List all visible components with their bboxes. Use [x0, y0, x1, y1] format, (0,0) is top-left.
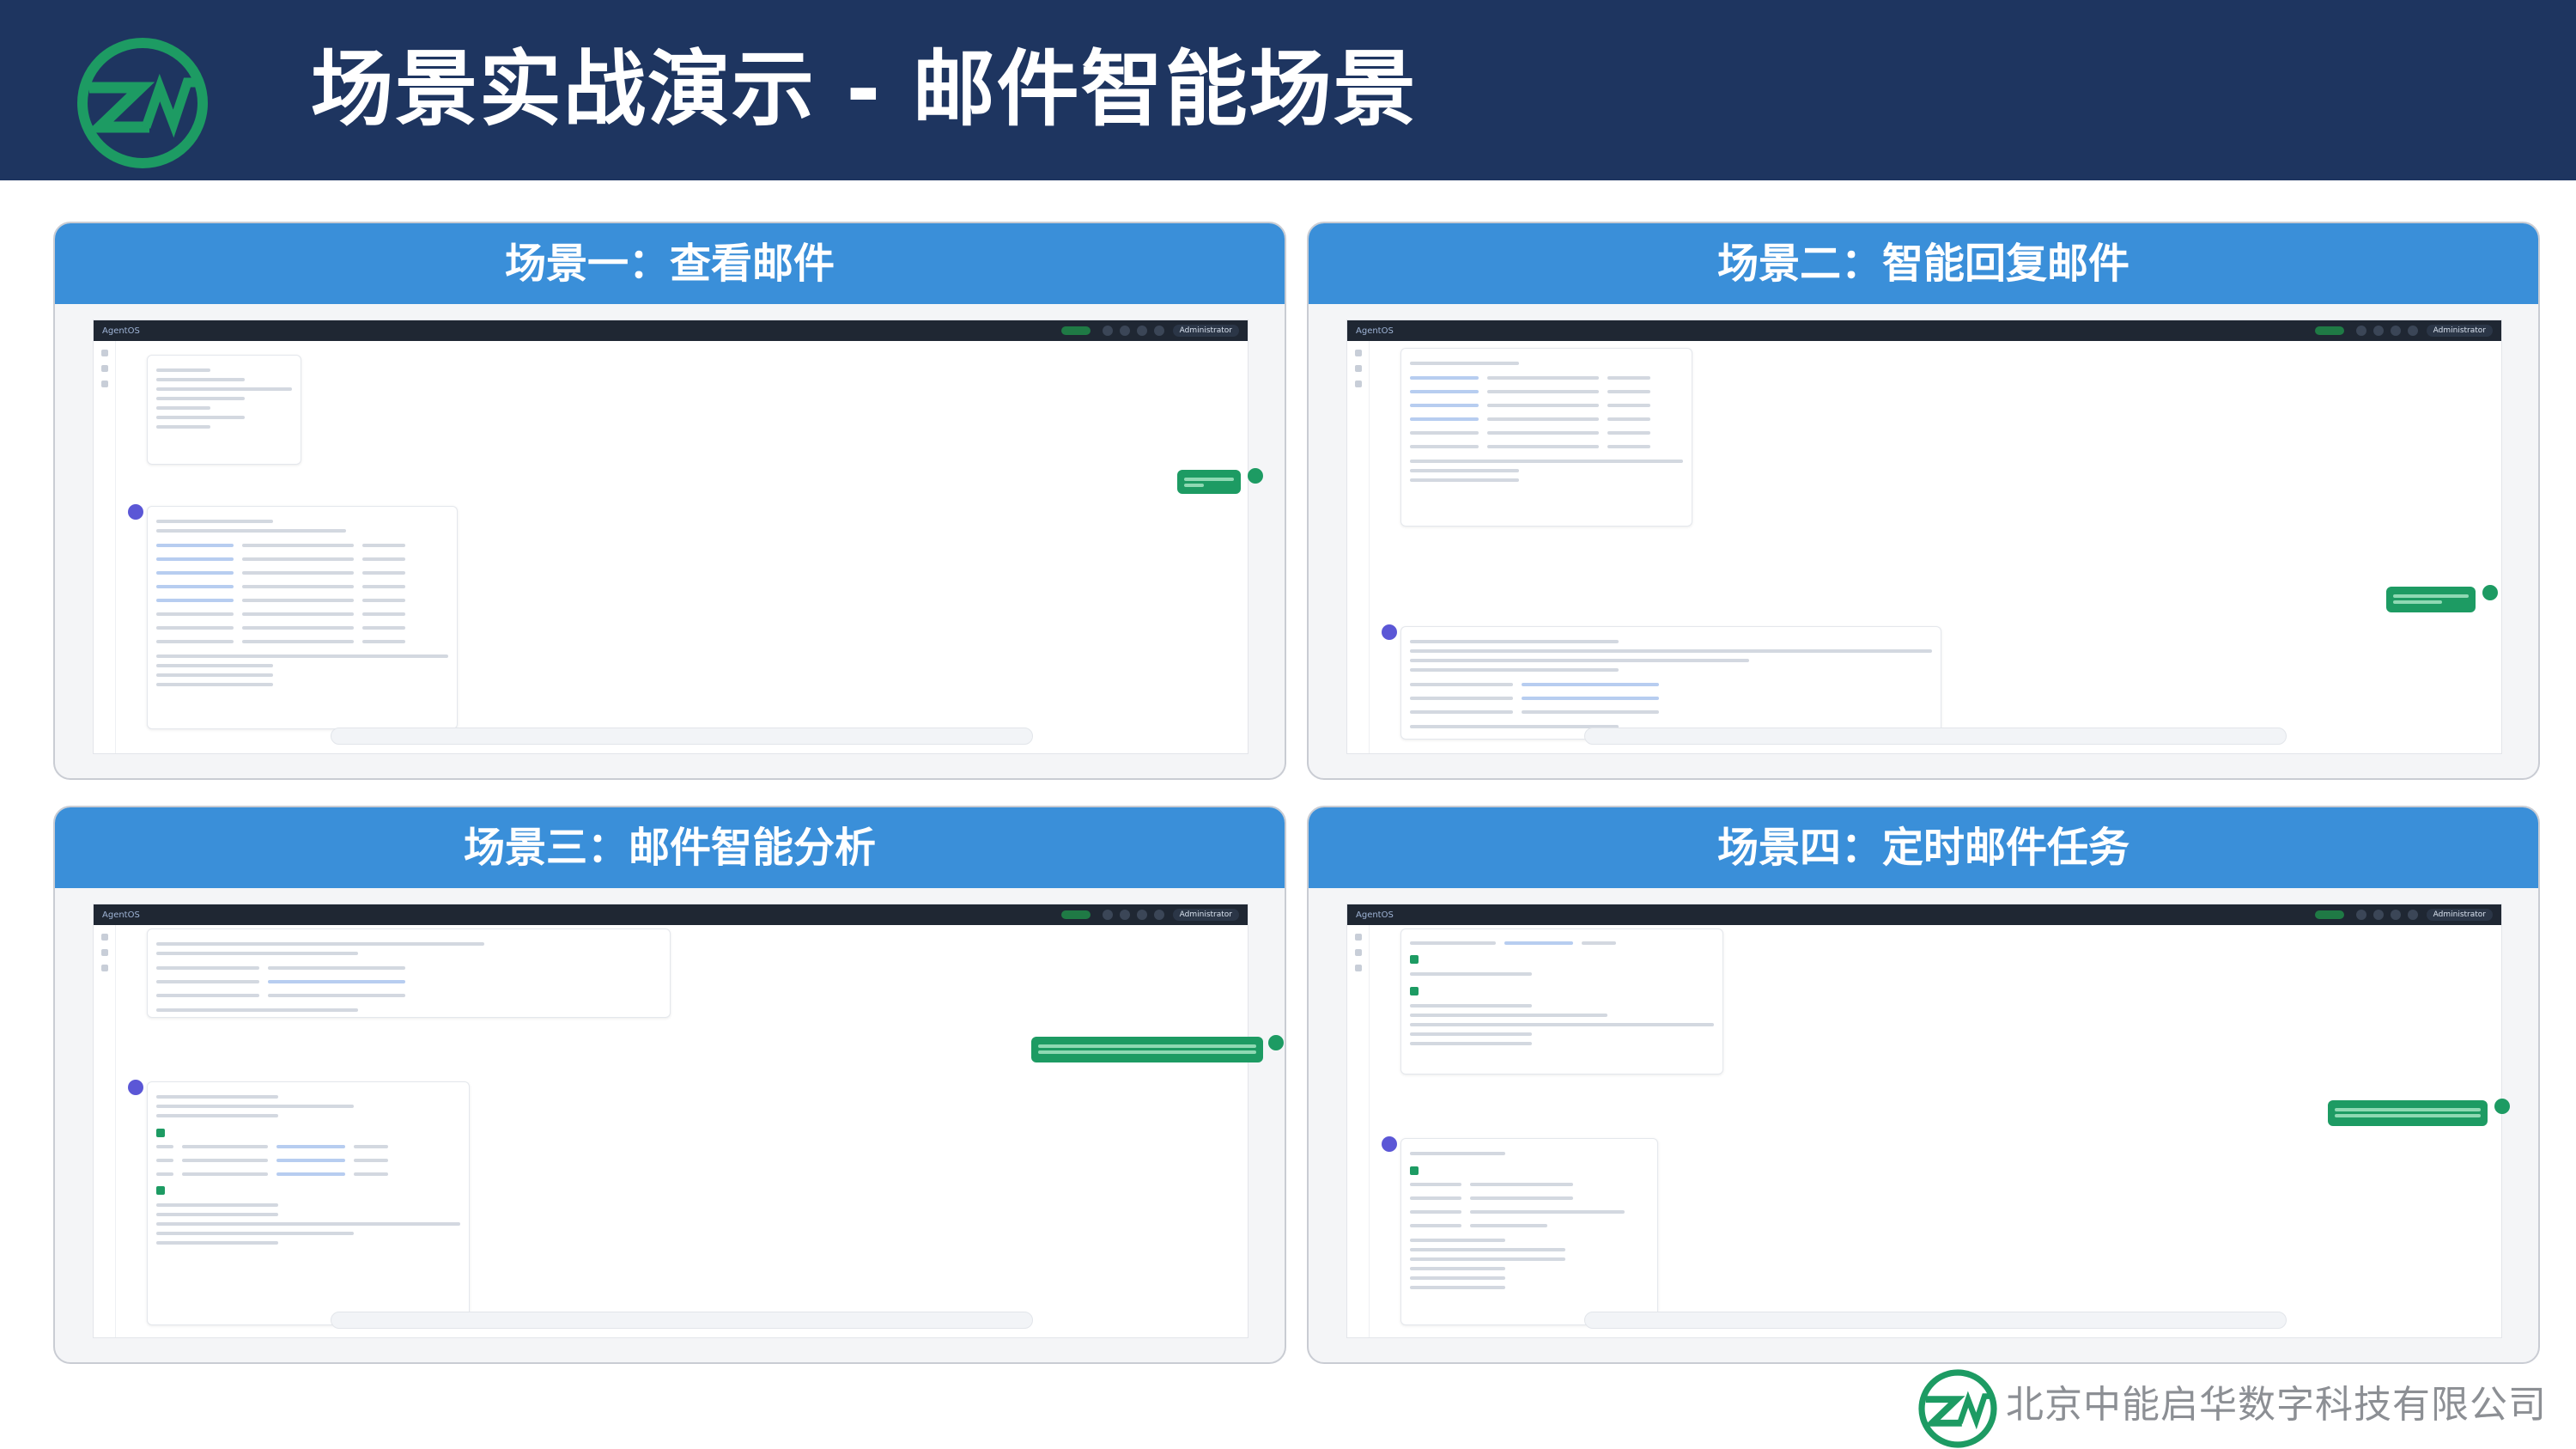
- toolbar-icon[interactable]: [1102, 326, 1113, 336]
- toolbar-icon[interactable]: [2390, 910, 2401, 920]
- toolbar-icon[interactable]: [1119, 910, 1130, 920]
- sidebar-rail: [94, 341, 116, 753]
- app-brand: AgentOS: [102, 326, 140, 336]
- chat-input[interactable]: [331, 728, 1033, 745]
- toolbar-icon[interactable]: [1136, 910, 1147, 920]
- app-topbar: AgentOS Administrator: [94, 904, 1248, 925]
- chat-area: [116, 341, 1263, 753]
- sidebar-rail: [94, 925, 116, 1337]
- toolbar-icon[interactable]: [2407, 326, 2418, 336]
- message-card: [1400, 928, 1723, 1075]
- message-card: [147, 355, 301, 465]
- app-screenshot: AgentOS Administrator: [1346, 904, 2510, 1338]
- user-avatar: [2494, 1099, 2510, 1114]
- chat-input[interactable]: [1584, 1312, 2287, 1329]
- slide-header: 场景实战演示 - 邮件智能场景: [0, 0, 2576, 180]
- company-logo-icon: [77, 38, 208, 168]
- panel-title: 场景四：定时邮件任务: [1309, 807, 2538, 888]
- scenario-panel-3: 场景三：邮件智能分析 AgentOS Administrator: [53, 806, 1286, 1364]
- page-title: 场景实战演示 - 邮件智能场景: [311, 41, 1418, 137]
- message-card: [147, 506, 458, 729]
- status-badge: [2314, 326, 2344, 335]
- message-card: [147, 928, 671, 1018]
- assistant-avatar: [1382, 624, 1397, 640]
- sidebar-rail: [1347, 925, 1370, 1337]
- user-message: [2386, 587, 2476, 612]
- chat-input[interactable]: [331, 1312, 1033, 1329]
- scenario-panel-2: 场景二：智能回复邮件 AgentOS Administrator: [1307, 222, 2540, 780]
- user-avatar: [1248, 468, 1263, 484]
- user-menu[interactable]: Administrator: [1172, 325, 1239, 337]
- chat-area: [1370, 925, 2510, 1337]
- message-card: [1400, 626, 1941, 740]
- user-menu[interactable]: Administrator: [2426, 909, 2493, 921]
- app-topbar: AgentOS Administrator: [94, 320, 1248, 341]
- toolbar-icon[interactable]: [1119, 326, 1130, 336]
- user-message: [2328, 1100, 2488, 1126]
- panel-title: 场景三：邮件智能分析: [55, 807, 1285, 888]
- user-message: [1177, 470, 1241, 494]
- app-screenshot: AgentOS Administrator: [93, 904, 1284, 1338]
- toolbar-icon[interactable]: [2355, 910, 2366, 920]
- user-avatar: [1268, 1035, 1284, 1050]
- message-card: [1400, 348, 1692, 527]
- toolbar-icon[interactable]: [2407, 910, 2418, 920]
- toolbar-icon[interactable]: [2372, 326, 2384, 336]
- company-logo-icon: [1918, 1369, 1997, 1448]
- chat-input[interactable]: [1584, 728, 2287, 745]
- user-avatar: [2482, 585, 2498, 600]
- app-topbar: AgentOS Administrator: [1347, 904, 2501, 925]
- app-screenshot: AgentOS Administrator: [93, 320, 1263, 754]
- app-brand: AgentOS: [102, 910, 140, 920]
- user-message: [1031, 1037, 1263, 1062]
- assistant-avatar: [128, 1080, 143, 1095]
- status-badge: [2314, 910, 2344, 919]
- toolbar-icon[interactable]: [1102, 910, 1113, 920]
- chat-area: [1370, 341, 2501, 753]
- message-card: [1400, 1138, 1658, 1325]
- message-card: [147, 1081, 470, 1325]
- assistant-avatar: [128, 504, 143, 520]
- company-name: 北京中能启华数字科技有限公司: [2006, 1383, 2547, 1427]
- toolbar-icon[interactable]: [1153, 326, 1164, 336]
- panel-title: 场景一：查看邮件: [55, 223, 1285, 304]
- app-screenshot: AgentOS Administrator: [1346, 320, 2502, 754]
- scenario-panel-4: 场景四：定时邮件任务 AgentOS Administrator: [1307, 806, 2540, 1364]
- user-menu[interactable]: Administrator: [2426, 325, 2493, 337]
- toolbar-icon[interactable]: [2355, 326, 2366, 336]
- panel-title: 场景二：智能回复邮件: [1309, 223, 2538, 304]
- toolbar-icon[interactable]: [1136, 326, 1147, 336]
- sidebar-rail: [1347, 341, 1370, 753]
- toolbar-icon[interactable]: [1153, 910, 1164, 920]
- app-topbar: AgentOS Administrator: [1347, 320, 2501, 341]
- app-brand: AgentOS: [1356, 326, 1394, 336]
- toolbar-icon[interactable]: [2390, 326, 2401, 336]
- status-badge: [1060, 326, 1091, 335]
- scenario-panel-1: 场景一：查看邮件 AgentOS Administrator: [53, 222, 1286, 780]
- chat-area: [116, 925, 1284, 1337]
- toolbar-icon[interactable]: [2372, 910, 2384, 920]
- status-badge: [1060, 910, 1091, 919]
- user-menu[interactable]: Administrator: [1172, 909, 1239, 921]
- app-brand: AgentOS: [1356, 910, 1394, 920]
- assistant-avatar: [1382, 1136, 1397, 1152]
